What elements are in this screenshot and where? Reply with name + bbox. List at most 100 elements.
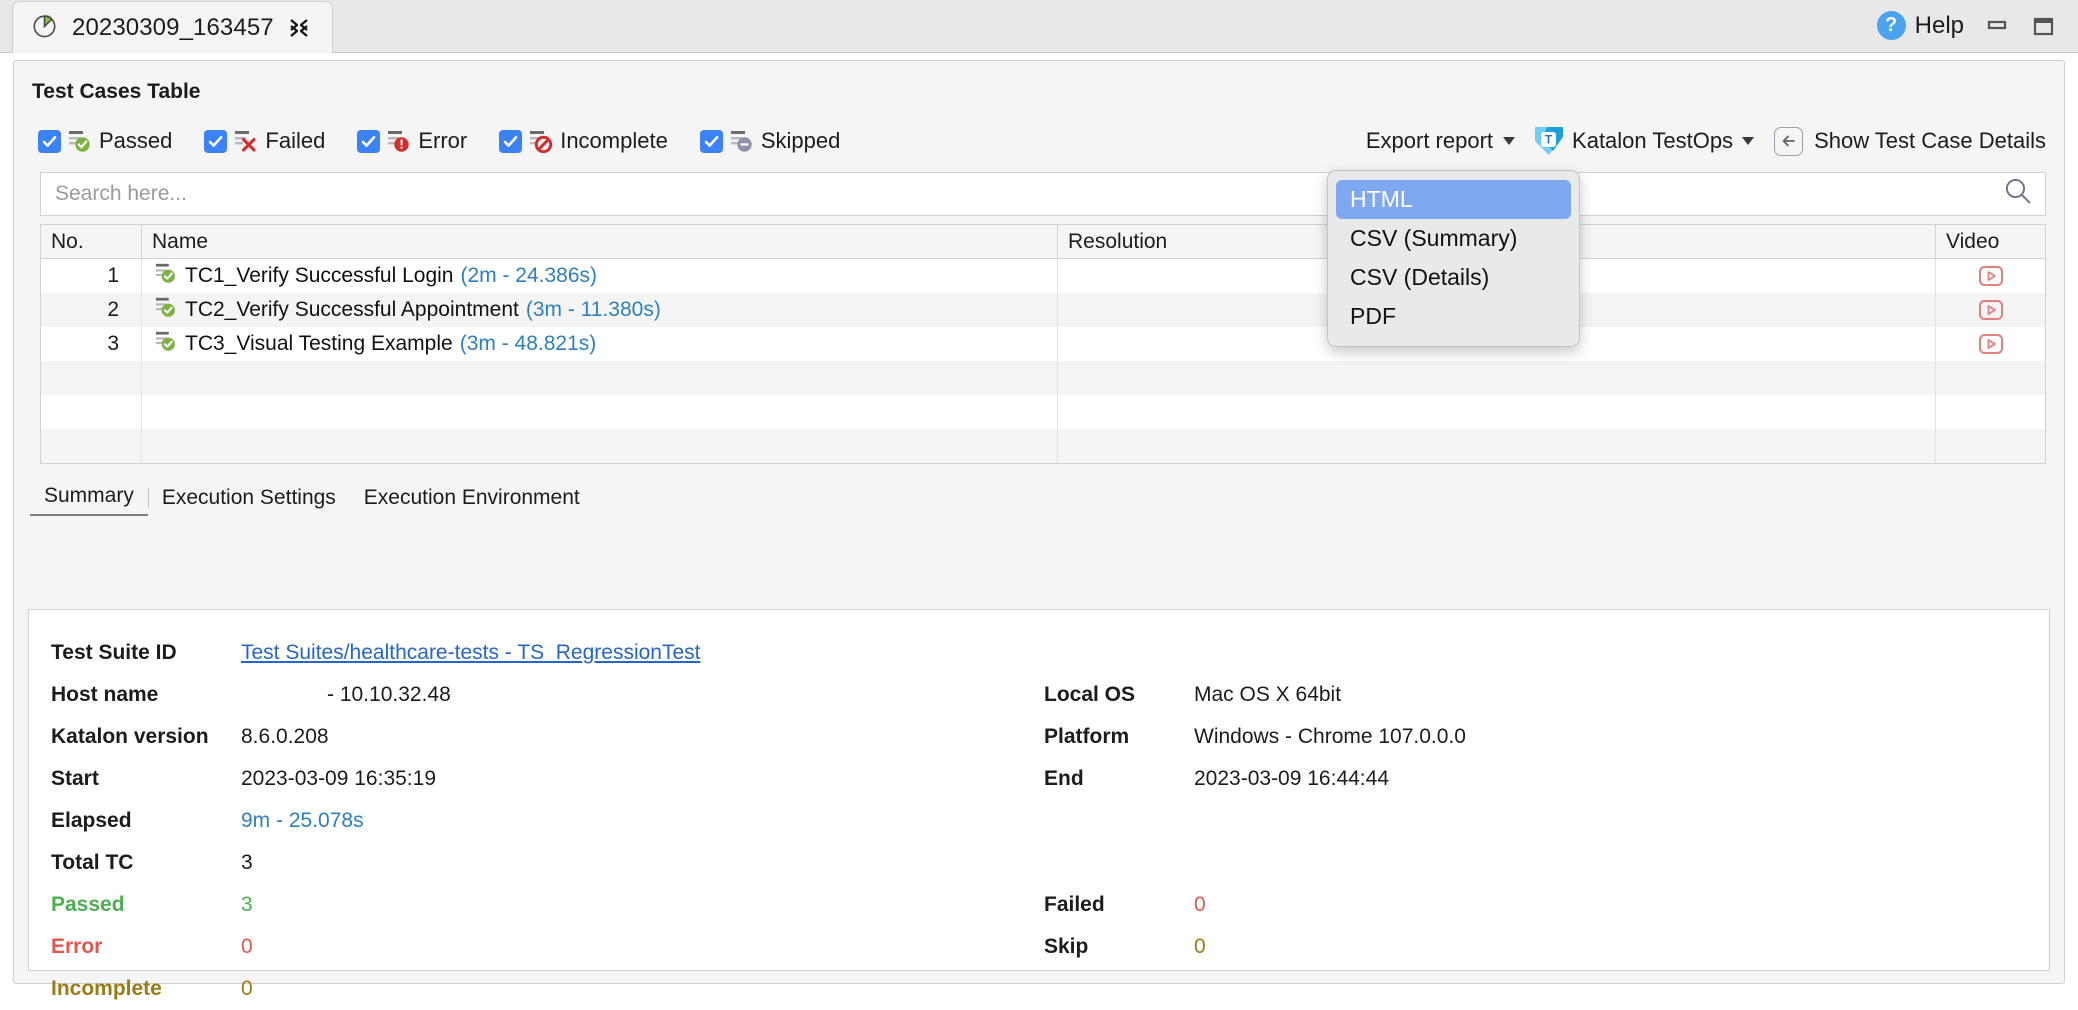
checkbox-passed[interactable] [38, 130, 61, 153]
failed-label: Failed [1044, 893, 1194, 917]
detail-tabs: Summary Execution Settings Execution Env… [30, 480, 2064, 516]
test-case-duration: (3m - 48.821s) [460, 332, 597, 356]
checkbox-incomplete[interactable] [499, 130, 522, 153]
cell-video [1935, 259, 2045, 293]
local-os-value: Mac OS X 64bit [1194, 683, 1341, 707]
table-row[interactable]: 3 TC3_Visual Testing Example (3m - 48.82… [41, 327, 2045, 361]
test-case-duration: (3m - 11.380s) [526, 298, 661, 322]
status-filter-row: Passed Failed [14, 104, 2064, 160]
filter-incomplete[interactable]: Incomplete [499, 128, 668, 154]
table-row[interactable]: 1 TC1_Verify Successful Login (2m - 24.3… [41, 259, 2045, 293]
report-tab[interactable]: 20230309_163457 [12, 1, 333, 53]
report-toolbar: Export report T Katalon TestOps [1358, 127, 2046, 156]
filter-error[interactable]: Error [357, 128, 467, 154]
cell-resolution [1057, 395, 1935, 429]
search-input[interactable] [55, 182, 2001, 206]
menu-item-pdf[interactable]: PDF [1336, 297, 1571, 336]
katalon-testops-label: Katalon TestOps [1572, 128, 1733, 154]
table-row-empty[interactable] [41, 361, 2045, 395]
show-test-case-details-button[interactable]: Show Test Case Details [1762, 127, 2046, 156]
help-label: Help [1915, 12, 1964, 40]
titlebar-controls: ? Help [1877, 11, 2078, 52]
search-bar[interactable] [40, 172, 2046, 216]
error-label: Error [29, 935, 241, 959]
status-failed-icon [233, 129, 259, 153]
checkbox-skipped[interactable] [700, 130, 723, 153]
minimize-icon[interactable] [1984, 13, 2010, 39]
filter-skipped[interactable]: Skipped [700, 128, 841, 154]
export-report-button[interactable]: Export report [1358, 128, 1523, 154]
menu-item-html[interactable]: HTML [1336, 180, 1571, 219]
column-header-video[interactable]: Video [1935, 225, 2045, 258]
filter-incomplete-label: Incomplete [560, 128, 668, 154]
table-row-empty[interactable] [41, 395, 2045, 429]
column-header-no[interactable]: No. [41, 230, 141, 254]
filter-passed[interactable]: Passed [38, 128, 172, 154]
status-passed-icon [154, 262, 178, 290]
test-case-name: TC3_Visual Testing Example [185, 332, 453, 356]
katalon-testops-icon: T [1535, 127, 1563, 155]
page-title: Test Cases Table [14, 61, 2064, 104]
filter-error-label: Error [418, 128, 467, 154]
checkbox-error[interactable] [357, 130, 380, 153]
tab-execution-environment[interactable]: Execution Environment [350, 486, 594, 516]
table-row-empty[interactable] [41, 429, 2045, 463]
table-header-row: No. Name Resolution Video [41, 225, 2045, 259]
test-suite-id-link[interactable]: Test Suites/healthcare-tests - TS_Regres… [241, 641, 701, 665]
filter-skipped-label: Skipped [761, 128, 841, 154]
status-passed-icon [67, 129, 93, 153]
cell-no: 1 [41, 264, 141, 288]
video-play-icon[interactable] [1977, 264, 2005, 288]
cell-video [1935, 429, 2045, 463]
summary-row-elapsed: Elapsed 9m - 25.078s [29, 800, 2049, 842]
cell-name [141, 395, 1057, 429]
video-play-icon[interactable] [1977, 332, 2005, 356]
chevron-down-icon [1503, 137, 1515, 145]
cell-video [1935, 293, 2045, 327]
katalon-testops-button[interactable]: T Katalon TestOps [1523, 127, 1762, 155]
maximize-icon[interactable] [2030, 13, 2056, 39]
platform-value: Windows - Chrome 107.0.0.0 [1194, 725, 1466, 749]
close-x-icon[interactable] [288, 17, 310, 39]
status-error-icon [386, 129, 412, 153]
passed-label: Passed [29, 893, 241, 917]
filter-failed-label: Failed [265, 128, 325, 154]
checkbox-failed[interactable] [204, 130, 227, 153]
cell-no: 2 [41, 298, 141, 322]
search-icon[interactable] [2001, 175, 2035, 214]
summary-row-passed: Passed 3 Failed 0 [29, 884, 2049, 926]
local-os-label: Local OS [1044, 683, 1194, 707]
tab-title: 20230309_163457 [72, 14, 274, 42]
summary-row-test-suite-id: Test Suite ID Test Suites/healthcare-tes… [29, 632, 2049, 674]
status-skipped-icon [729, 129, 755, 153]
start-value: 2023-03-09 16:35:19 [241, 767, 436, 791]
summary-row-host-name: Host name - 10.10.32.48 Local OS Mac OS … [29, 674, 2049, 716]
column-header-name[interactable]: Name [141, 225, 1057, 258]
tab-execution-settings[interactable]: Execution Settings [148, 486, 350, 516]
filter-failed[interactable]: Failed [204, 128, 325, 154]
cell-name: TC1_Verify Successful Login (2m - 24.386… [141, 259, 1057, 293]
incomplete-value: 0 [241, 977, 253, 1001]
video-play-icon[interactable] [1977, 298, 2005, 322]
status-passed-icon [154, 296, 178, 324]
katalon-version-value: 8.6.0.208 [241, 725, 329, 749]
elapsed-value: 9m - 25.078s [241, 809, 364, 833]
host-name-label: Host name [29, 683, 241, 707]
export-report-menu: HTML CSV (Summary) CSV (Details) PDF [1327, 170, 1580, 347]
cell-video [1935, 327, 2045, 361]
help-button[interactable]: ? Help [1877, 11, 1964, 40]
table-row[interactable]: 2 TC2_Verify Successful Appointment (3m … [41, 293, 2045, 327]
help-icon: ? [1877, 11, 1906, 40]
cell-name: TC2_Verify Successful Appointment (3m - … [141, 293, 1057, 327]
test-suite-id-label: Test Suite ID [29, 641, 241, 665]
export-report-label: Export report [1366, 128, 1493, 154]
chevron-down-icon [1742, 137, 1754, 145]
failed-value: 0 [1194, 893, 1206, 917]
menu-item-csv-summary[interactable]: CSV (Summary) [1336, 219, 1571, 258]
test-cases-table: No. Name Resolution Video 1 TC1_Verify S [40, 224, 2046, 464]
summary-row-error: Error 0 Skip 0 [29, 926, 2049, 968]
arrow-left-icon [1774, 127, 1803, 156]
window-titlebar: 20230309_163457 ? Help [0, 0, 2078, 53]
tab-summary[interactable]: Summary [30, 484, 148, 516]
menu-item-csv-details[interactable]: CSV (Details) [1336, 258, 1571, 297]
